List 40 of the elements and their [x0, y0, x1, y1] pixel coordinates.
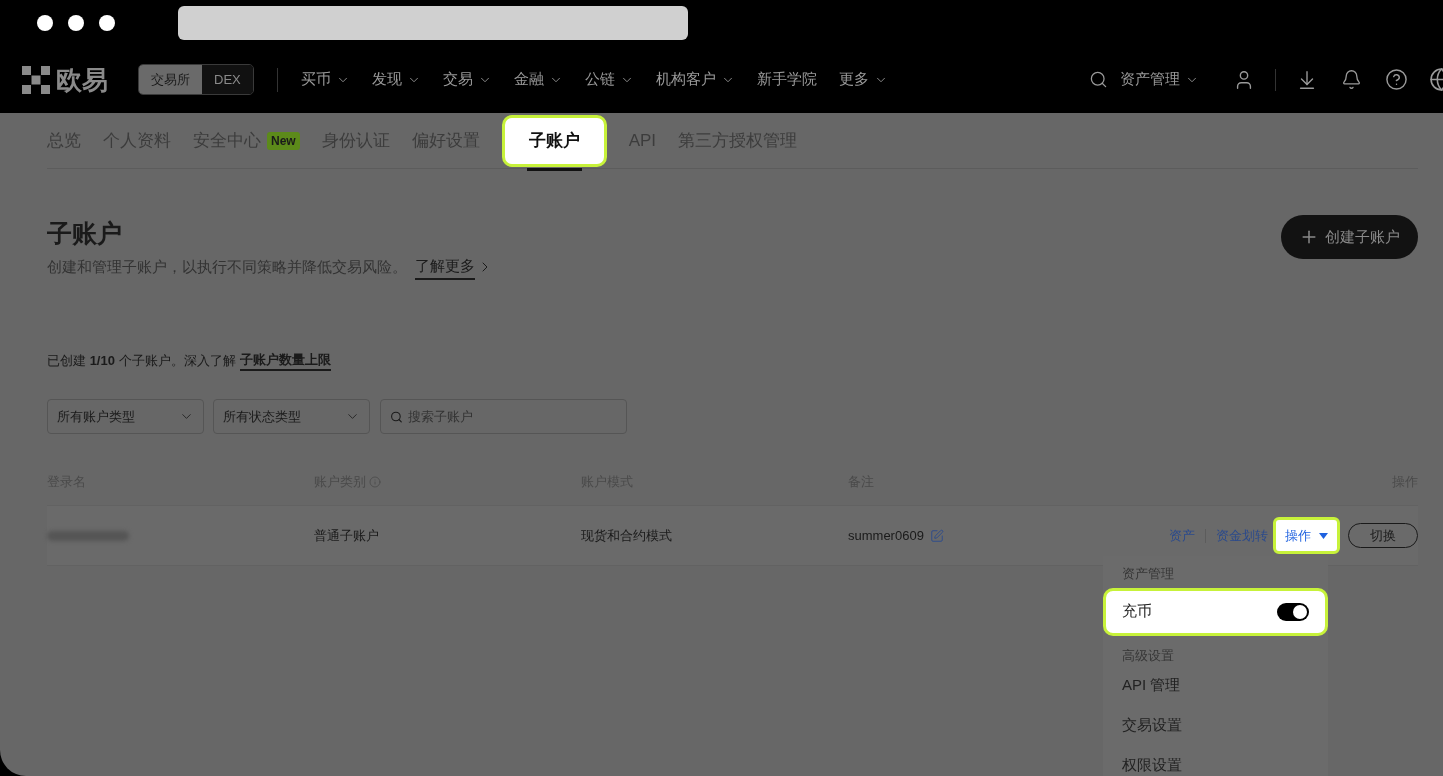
window-control-icon[interactable]: [37, 15, 53, 31]
page-title: 子账户: [47, 218, 123, 249]
nav-menu-item[interactable]: 金融: [502, 68, 574, 91]
nav-menu-item[interactable]: 机构客户: [644, 68, 746, 91]
tab[interactable]: 子账户: [501, 114, 607, 167]
help-icon[interactable]: [1385, 68, 1408, 91]
operations-menu-button[interactable]: 操作: [1273, 517, 1340, 554]
filter-select[interactable]: 所有状态类型: [213, 399, 370, 434]
menu-item[interactable]: API 管理: [1103, 665, 1328, 705]
nav-menu-item[interactable]: 更多: [827, 68, 899, 91]
window-control-icon[interactable]: [99, 15, 115, 31]
nav-menu-item[interactable]: 买币: [289, 68, 361, 91]
table-cell: 普通子账户: [314, 527, 379, 543]
menu-item[interactable]: 权限设置: [1103, 745, 1328, 776]
bell-icon[interactable]: [1341, 69, 1362, 90]
table-cell: 现货和合约模式: [581, 527, 672, 543]
mode-tab[interactable]: DEX: [202, 65, 253, 94]
deposit-toggle-row[interactable]: 充币: [1103, 587, 1328, 636]
search-icon: [390, 409, 403, 424]
subaccount-count-text: 已创建 1/10 个子账户。深入了解: [47, 351, 236, 370]
learn-more-link[interactable]: 了解更多: [415, 255, 493, 280]
nav-menu-item[interactable]: 新手学院: [745, 68, 828, 91]
nav-menu-item[interactable]: 公链: [573, 68, 645, 91]
tab-underline: [526, 167, 582, 171]
mode-tab[interactable]: 交易所: [139, 65, 202, 94]
logo-text: 欧易: [56, 66, 108, 93]
toggle-switch[interactable]: [1277, 602, 1309, 621]
filter-select[interactable]: 所有账户类型: [47, 399, 204, 434]
create-subaccount-button[interactable]: 创建子账户: [1281, 215, 1418, 259]
logo-icon: [22, 65, 50, 94]
new-badge: New: [267, 131, 300, 150]
table-cell-text: summer0609: [848, 526, 924, 545]
menu-item[interactable]: 交易设置: [1103, 705, 1328, 745]
limit-link[interactable]: 子账户数量上限: [239, 349, 331, 371]
caret-icon: [1319, 532, 1328, 539]
nav-menu-item[interactable]: 交易: [431, 68, 503, 91]
search-icon[interactable]: [1089, 70, 1108, 89]
nav-menu-item[interactable]: 发现: [360, 68, 432, 91]
window-control-icon[interactable]: [68, 15, 84, 31]
asset-menu[interactable]: 资产管理: [1120, 68, 1199, 91]
